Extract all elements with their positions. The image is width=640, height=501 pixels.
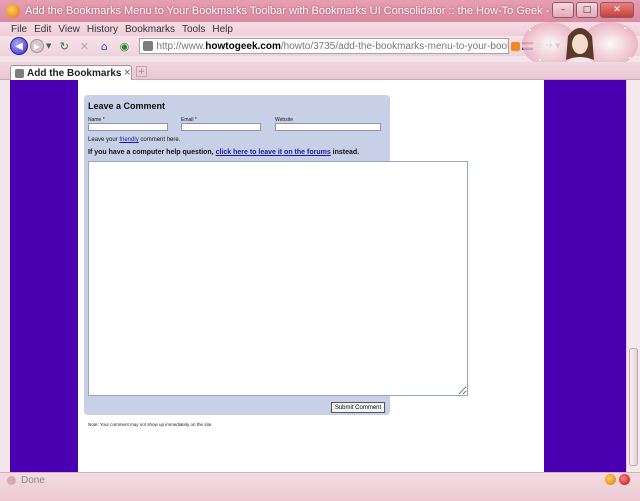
intro-text-after: comment here. xyxy=(138,137,181,143)
menu-tools[interactable]: Tools xyxy=(182,24,205,35)
reload-icon[interactable]: ↻ xyxy=(57,39,71,53)
url-domain: howtogeek.com xyxy=(205,40,281,52)
status-icons xyxy=(605,474,630,485)
window-title: Add the Bookmarks Menu to Your Bookmarks… xyxy=(25,5,555,17)
back-button[interactable]: ◀ xyxy=(10,37,28,55)
submit-comment-button[interactable]: Submit Comment xyxy=(331,402,385,413)
dropdown-icon[interactable]: ▼ xyxy=(555,42,560,50)
browser-window: Add the Bookmarks Menu to Your Bookmarks… xyxy=(0,0,640,501)
home-icon[interactable]: ⌂ xyxy=(97,39,111,53)
left-background-column xyxy=(10,80,78,472)
menu-edit[interactable]: Edit xyxy=(34,24,51,35)
menu-history[interactable]: History xyxy=(87,24,118,35)
name-input[interactable] xyxy=(88,123,168,131)
friendly-link[interactable]: friendly xyxy=(119,137,138,143)
menu-file[interactable]: File xyxy=(11,24,27,35)
tab-active[interactable]: Add the Bookmarks M... × xyxy=(10,65,132,80)
status-bar: Done xyxy=(0,472,640,501)
help-question-text: If you have a computer help question, cl… xyxy=(88,149,359,156)
menu-help[interactable]: Help xyxy=(212,24,233,35)
help-text-before: If you have a computer help question, xyxy=(88,149,216,156)
tab-label: Add the Bookmarks M... xyxy=(27,67,122,79)
close-button[interactable]: ✕ xyxy=(600,2,634,18)
forums-link[interactable]: click here to leave it on the forums xyxy=(216,149,331,156)
url-bar[interactable]: http://www. howtogeek.com/howto/3735/add-… xyxy=(139,38,510,54)
history-dropdown-icon[interactable]: ▼ xyxy=(46,42,51,50)
menu-bar: File Edit View History Bookmarks Tools H… xyxy=(0,22,640,36)
minimize-button[interactable]: – xyxy=(552,2,574,18)
menu-view[interactable]: View xyxy=(58,24,80,35)
tab-strip: Add the Bookmarks M... × + xyxy=(0,62,640,80)
help-text-after: instead. xyxy=(330,149,360,156)
website-input[interactable] xyxy=(275,123,381,131)
right-background-column xyxy=(544,80,626,472)
scrollbar-thumb[interactable] xyxy=(629,348,638,466)
alert-status-icon[interactable] xyxy=(619,474,630,485)
email-input[interactable] xyxy=(181,123,261,131)
bookmark-star-icon[interactable]: ☆ xyxy=(535,41,543,51)
page-viewport: Leave a Comment Name * Email * Website L… xyxy=(10,80,626,472)
flag-icon[interactable] xyxy=(522,42,534,50)
url-path: /howto/3735/add-the-bookmarks-menu-to-yo… xyxy=(280,40,510,52)
menu-bookmarks[interactable]: Bookmarks xyxy=(125,24,175,35)
addon-status-icon[interactable] xyxy=(605,474,616,485)
url-prefix: http://www. xyxy=(156,40,206,52)
vertical-scrollbar[interactable] xyxy=(626,80,640,472)
status-text: Done xyxy=(21,475,45,486)
comment-form-title: Leave a Comment xyxy=(88,101,166,111)
intro-text-before: Leave your xyxy=(88,137,120,143)
firefox-icon xyxy=(6,4,20,18)
url-bar-icons: ☆ ➔ ▼ xyxy=(511,41,560,51)
firebug-icon[interactable]: ✲ xyxy=(568,39,578,53)
stop-icon[interactable]: ✕ xyxy=(77,39,91,53)
go-arrow-icon[interactable]: ➔ xyxy=(545,41,553,51)
tab-favicon-icon xyxy=(15,68,24,78)
tab-close-icon[interactable]: × xyxy=(123,68,131,78)
window-controls: – □ ✕ xyxy=(552,2,634,18)
moderation-note: Note: Your comment may not show up immed… xyxy=(88,422,213,427)
addon-icon[interactable]: ◉ xyxy=(117,39,131,53)
comment-intro: Leave your friendly comment here. xyxy=(88,137,180,143)
new-tab-button[interactable]: + xyxy=(136,66,147,77)
comment-textarea[interactable] xyxy=(88,161,468,396)
navigation-toolbar: ◀ ▶ ▼ ↻ ✕ ⌂ ◉ http://www. howtogeek.com/h… xyxy=(0,36,640,56)
maximize-button[interactable]: □ xyxy=(576,2,598,18)
rss-feed-icon[interactable] xyxy=(511,41,521,51)
forward-button[interactable]: ▶ xyxy=(30,39,44,53)
site-favicon-icon xyxy=(143,41,154,51)
status-bar-icon xyxy=(7,476,16,485)
title-bar: Add the Bookmarks Menu to Your Bookmarks… xyxy=(0,0,640,22)
